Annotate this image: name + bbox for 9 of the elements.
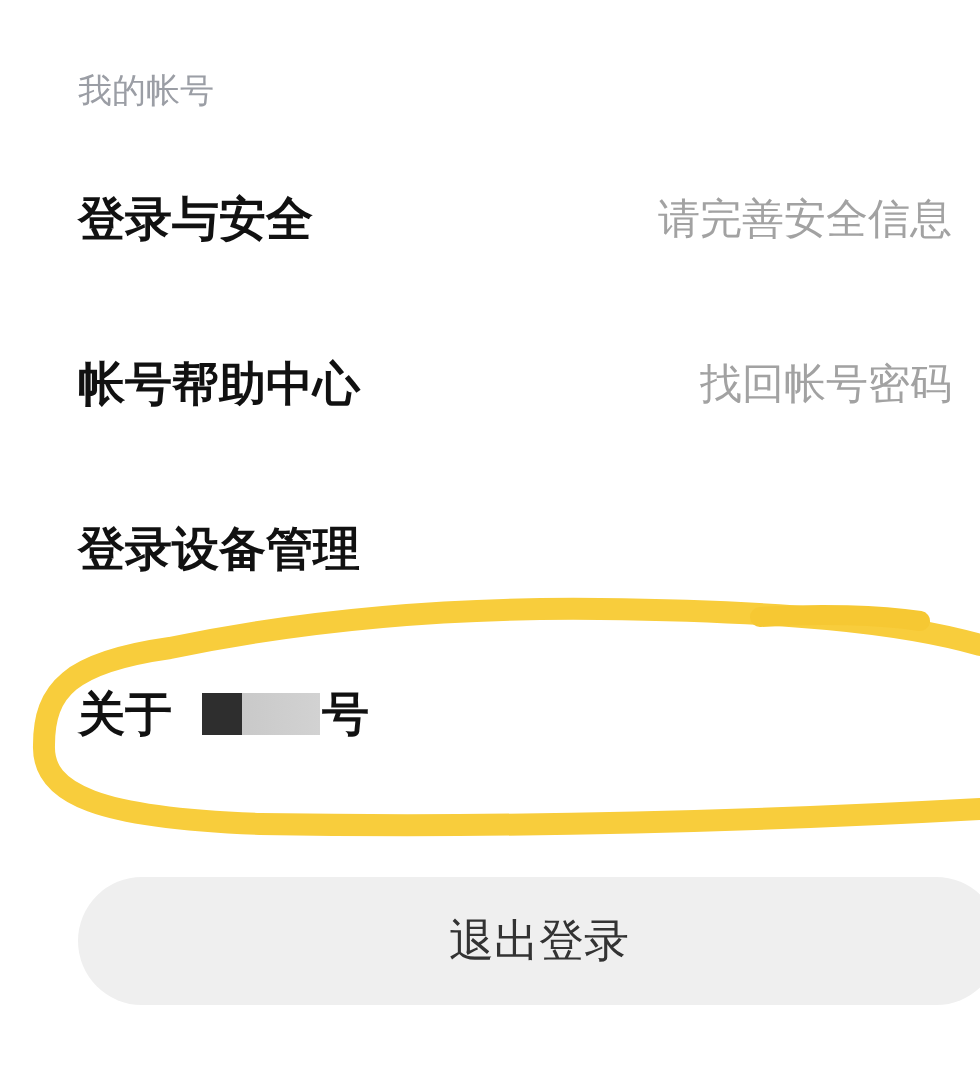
section-title: 我的帐号	[78, 70, 214, 110]
setting-label[interactable]: 登录设备管理	[78, 520, 360, 577]
logout-button[interactable]: 退出登录	[78, 877, 980, 1005]
setting-label-end[interactable]: 号	[322, 685, 369, 742]
setting-hint: 请完善安全信息	[658, 192, 952, 245]
setting-label[interactable]: 登录与安全	[78, 190, 313, 247]
setting-label[interactable]: 关于	[78, 685, 172, 742]
setting-hint: 找回帐号密码	[700, 357, 952, 410]
setting-label[interactable]: 帐号帮助中心	[78, 355, 360, 412]
